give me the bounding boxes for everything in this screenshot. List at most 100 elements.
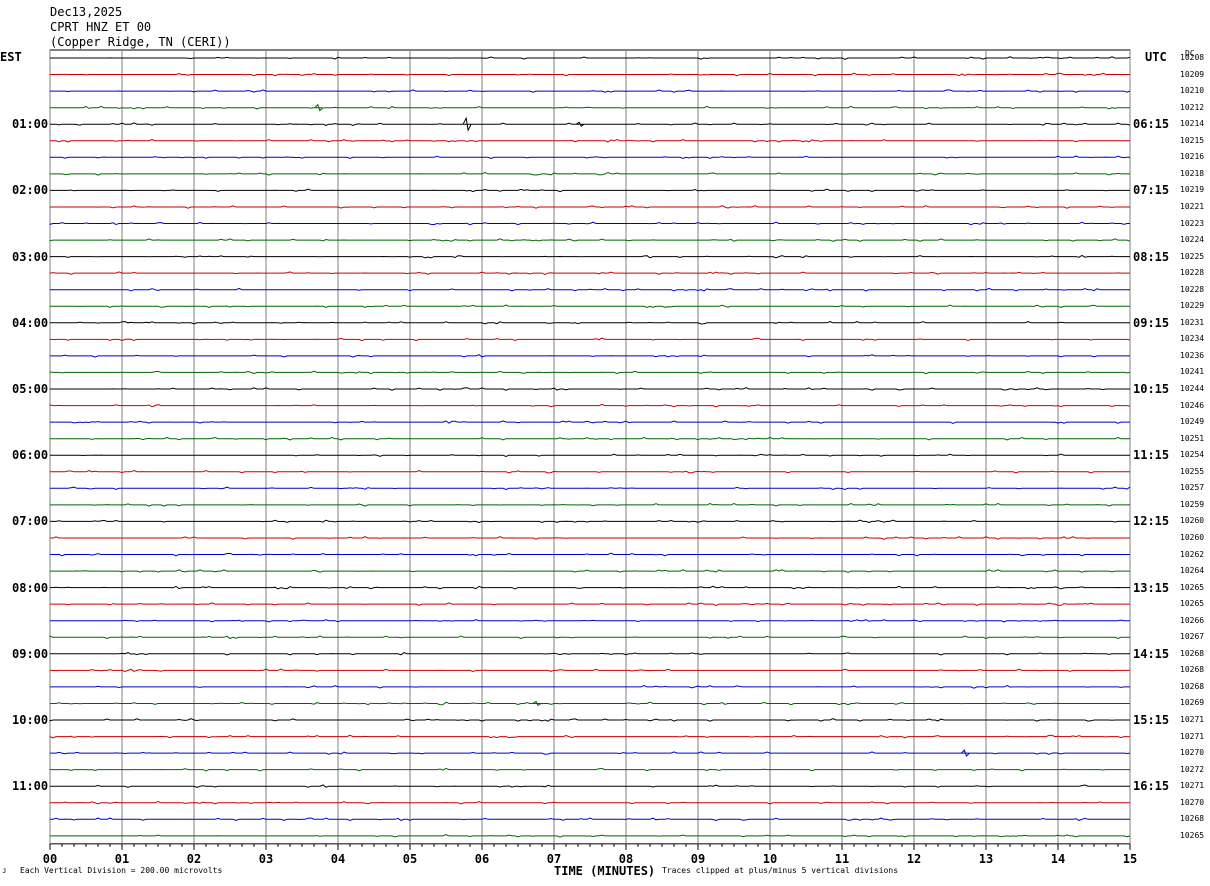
trace-line bbox=[49, 221, 1130, 226]
right-time-label: 13:15 bbox=[1133, 580, 1170, 595]
dc-offset-label: 10260 bbox=[1180, 516, 1205, 526]
left-time-label: 01:00 bbox=[12, 117, 49, 132]
dc-offset-label: 10260 bbox=[1180, 532, 1205, 542]
trace-line bbox=[49, 734, 1130, 739]
dc-offset-label: 10262 bbox=[1180, 549, 1205, 559]
dc-offset-label: 10270 bbox=[1180, 748, 1205, 758]
dc-offset-label: 10215 bbox=[1180, 135, 1205, 145]
trace-line bbox=[50, 800, 1130, 805]
dc-offset-label: 10265 bbox=[1180, 599, 1205, 609]
dc-offset-label: 10269 bbox=[1180, 698, 1205, 708]
x-tick-label: 11 bbox=[834, 852, 850, 866]
x-tick-label: 03 bbox=[258, 852, 274, 866]
seismogram-plot bbox=[49, 49, 1131, 850]
dc-offset-label: 10218 bbox=[1180, 168, 1205, 178]
trace-line bbox=[50, 321, 1130, 325]
trace-line bbox=[50, 602, 1130, 606]
trace-line bbox=[50, 685, 1130, 689]
dc-offset-label: 10234 bbox=[1180, 334, 1205, 344]
left-time-label: 06:00 bbox=[12, 448, 49, 463]
trace-line bbox=[50, 569, 1130, 573]
trace-line bbox=[50, 749, 1131, 758]
trace-line bbox=[50, 103, 1130, 112]
dc-offset-label: 10267 bbox=[1180, 632, 1205, 642]
right-time-label: 07:15 bbox=[1133, 183, 1170, 198]
dc-offset-label: 10221 bbox=[1180, 201, 1205, 211]
x-tick-label: 02 bbox=[186, 852, 202, 866]
dc-offset-label: 10212 bbox=[1180, 102, 1205, 112]
left-time-label: 08:00 bbox=[12, 580, 49, 595]
trace-line bbox=[50, 304, 1130, 309]
footer-mark: ᴊ bbox=[2, 866, 7, 875]
dc-offset-label: 10223 bbox=[1180, 218, 1205, 228]
x-tick-label: 14 bbox=[1050, 852, 1066, 866]
x-tick-label: 15 bbox=[1122, 852, 1138, 866]
trace-line bbox=[50, 116, 1131, 132]
dc-offset-label: 10272 bbox=[1180, 764, 1205, 774]
trace-line bbox=[50, 453, 1130, 458]
dc-offset-label: 10251 bbox=[1180, 433, 1205, 443]
trace-line bbox=[50, 834, 1131, 838]
right-time-label: 06:15 bbox=[1133, 117, 1170, 132]
dc-offset-label: 10219 bbox=[1180, 185, 1205, 195]
dc-offset-label: 10229 bbox=[1180, 301, 1205, 311]
trace-line bbox=[50, 420, 1130, 424]
dc-offset-label: 10249 bbox=[1180, 417, 1205, 427]
scale-note: Each Vertical Division = 200.00 microvol… bbox=[20, 866, 223, 875]
left-time-label: 09:00 bbox=[12, 646, 49, 661]
right-time-label: 15:15 bbox=[1133, 713, 1170, 727]
dc-offset-label: 10241 bbox=[1180, 367, 1205, 377]
dc-offset-label: 10257 bbox=[1180, 483, 1205, 493]
trace-line bbox=[49, 337, 1131, 342]
dc-offset-label: 10271 bbox=[1180, 731, 1205, 741]
right-time-label: 14:15 bbox=[1133, 646, 1170, 661]
trace-line bbox=[50, 138, 1130, 143]
trace-line bbox=[50, 585, 1130, 590]
trace-line bbox=[49, 370, 1131, 375]
x-tick-label: 01 bbox=[114, 852, 130, 866]
trace-layer bbox=[49, 56, 1131, 838]
x-tick-label: 00 bbox=[42, 852, 58, 866]
dc-offset-label: 10255 bbox=[1180, 466, 1205, 476]
dc-offset-label: 10228 bbox=[1180, 284, 1205, 294]
x-tick-label: 05 bbox=[402, 852, 418, 866]
dc-offset-label: 10271 bbox=[1180, 715, 1205, 724]
dc-offset-label: 10228 bbox=[1180, 268, 1205, 278]
trace-line bbox=[50, 817, 1130, 822]
dc-offset-label: 10224 bbox=[1180, 235, 1205, 245]
dc-offset-label: 10268 bbox=[1180, 665, 1205, 675]
trace-line bbox=[49, 635, 1130, 640]
trace-line bbox=[50, 552, 1130, 557]
left-time-label: 07:00 bbox=[12, 514, 49, 529]
x-tick-label: 10 bbox=[762, 852, 778, 866]
left-time-label: 11:00 bbox=[12, 779, 49, 794]
dc-offset-label: 10265 bbox=[1180, 582, 1205, 592]
right-time-label: 08:15 bbox=[1133, 249, 1170, 264]
trace-line bbox=[50, 652, 1130, 656]
trace-line bbox=[50, 784, 1130, 788]
trace-line bbox=[50, 188, 1130, 193]
dc-offset-label: 10236 bbox=[1180, 350, 1205, 360]
trace-line bbox=[50, 72, 1130, 77]
trace-line bbox=[49, 767, 1130, 772]
right-time-label: 16:15 bbox=[1133, 779, 1170, 794]
trace-line bbox=[50, 287, 1130, 292]
trace-line bbox=[50, 89, 1131, 93]
dc-offset-label: 10268 bbox=[1180, 681, 1205, 691]
trace-line bbox=[50, 436, 1130, 441]
trace-line bbox=[50, 519, 1130, 524]
dc-offset-label: 10209 bbox=[1180, 69, 1205, 79]
trace-line bbox=[50, 254, 1130, 259]
dc-offset-label: 10210 bbox=[1180, 86, 1205, 96]
dc-offset-label: 10214 bbox=[1180, 119, 1205, 129]
x-axis-title: TIME (MINUTES) bbox=[554, 864, 656, 878]
trace-line bbox=[50, 668, 1130, 673]
trace-line bbox=[50, 503, 1130, 507]
dc-offset-label: 10244 bbox=[1180, 384, 1205, 393]
dc-offset-label: 10271 bbox=[1180, 781, 1205, 791]
clip-note: Traces clipped at plus/minus 5 vertical … bbox=[662, 866, 899, 875]
right-time-label: 12:15 bbox=[1133, 514, 1170, 529]
trace-line bbox=[49, 271, 1130, 275]
grid-layer bbox=[49, 49, 1131, 850]
dc-offset-label: 10231 bbox=[1180, 317, 1205, 327]
